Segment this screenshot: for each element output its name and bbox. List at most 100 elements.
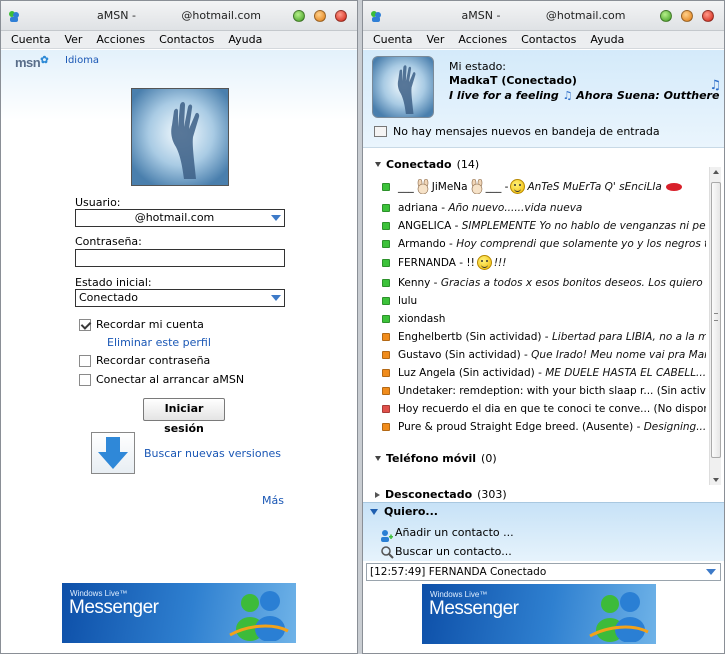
minimize-button[interactable] (293, 10, 305, 22)
expand-triangle-icon[interactable] (370, 508, 378, 515)
remember-password-row[interactable]: Recordar contraseña (79, 354, 210, 367)
event-log-text: [12:57:49] FERNANDA Conectado (370, 566, 547, 578)
list-item[interactable]: Pure & proud Straight Edge breed. (Ausen… (382, 418, 706, 435)
minimize-button[interactable] (660, 10, 672, 22)
status-idle-icon (382, 422, 390, 431)
initial-state-select[interactable]: Conectado (75, 289, 285, 307)
music-note-icon[interactable]: ♫ (709, 78, 721, 93)
title-bar[interactable]: aMSN - @hotmail.com (1, 1, 357, 31)
music-note-icon: ♫ (562, 89, 573, 102)
menu-cuenta[interactable]: Cuenta (4, 33, 57, 46)
menu-ayuda[interactable]: Ayuda (583, 33, 631, 46)
close-button[interactable] (335, 10, 347, 22)
scroll-down-icon[interactable] (713, 478, 719, 482)
close-button[interactable] (702, 10, 714, 22)
chevron-down-icon[interactable] (706, 569, 716, 575)
menu-ver[interactable]: Ver (57, 33, 89, 46)
quiero-header[interactable]: Quiero... (370, 505, 438, 518)
chevron-down-icon[interactable] (271, 215, 281, 221)
add-contact-link[interactable]: Añadir un contacto ... (395, 526, 514, 539)
list-item[interactable]: ANGELICA - SIMPLEMENTE Yo no hablo de ve… (382, 217, 706, 234)
chevron-down-icon[interactable] (271, 295, 281, 301)
maximize-button[interactable] (314, 10, 326, 22)
quiero-pane: Quiero... Añadir un contacto ... Buscar … (363, 502, 724, 561)
list-item[interactable]: FERNANDA - !! !!! (382, 254, 706, 271)
list-item[interactable]: Enghelbertb (Sin actividad) - Libertad p… (382, 328, 706, 345)
bunny-emoticon-icon (471, 179, 482, 194)
display-picture[interactable] (131, 88, 229, 186)
language-link[interactable]: Idioma (65, 55, 99, 66)
maximize-button[interactable] (681, 10, 693, 22)
lips-emoticon-icon (665, 182, 682, 191)
my-state-label: Mi estado: (449, 60, 507, 73)
tongue-emoticon-icon (476, 255, 492, 270)
menu-ver[interactable]: Ver (419, 33, 451, 46)
messenger-banner[interactable]: Windows Live™ Messenger (62, 583, 296, 643)
expand-triangle-icon[interactable] (375, 456, 381, 461)
list-item[interactable]: Kenny - Gracias a todos x esos bonitos d… (382, 274, 706, 291)
hand-silhouette-image (373, 57, 433, 117)
remember-password-label[interactable]: Recordar contraseña (96, 354, 210, 367)
event-log-select[interactable]: [12:57:49] FERNANDA Conectado (366, 563, 721, 581)
scroll-up-icon[interactable] (713, 170, 719, 174)
title-bar[interactable]: aMSN - @hotmail.com (363, 1, 724, 31)
expand-triangle-icon[interactable] (375, 162, 381, 167)
msn-logo: msn✿ (15, 55, 49, 70)
delete-profile-link[interactable]: Eliminar este perfil (107, 336, 211, 349)
remember-account-row[interactable]: Recordar mi cuenta (79, 318, 204, 331)
my-nickname[interactable]: MadkaT (Conectado) (449, 74, 577, 87)
list-item[interactable]: Armando - Hoy comprendi que solamente yo… (382, 235, 706, 252)
scroll-thumb[interactable] (711, 182, 721, 458)
contact-list: Conectado (14) ___ JiMeNa ___ - AnTeS Mu… (363, 149, 724, 502)
menu-contactos[interactable]: Contactos (152, 33, 221, 46)
menu-cuenta[interactable]: Cuenta (366, 33, 419, 46)
contact-list-scrollbar[interactable] (709, 167, 721, 485)
search-contact-link[interactable]: Buscar un contacto... (395, 545, 512, 558)
connect-on-start-label[interactable]: Conectar al arrancar aMSN (96, 373, 244, 386)
search-updates-link[interactable]: Buscar nuevas versiones (144, 447, 281, 460)
list-item[interactable]: adriana - Año nuevo......vida nueva (382, 199, 706, 216)
connect-on-start-row[interactable]: Conectar al arrancar aMSN (79, 373, 244, 386)
list-item[interactable]: lulu (382, 292, 706, 309)
remember-account-label[interactable]: Recordar mi cuenta (96, 318, 204, 331)
menu-contactos[interactable]: Contactos (514, 33, 583, 46)
mail-status-row[interactable]: No hay mensajes nuevos en bandeja de ent… (374, 125, 660, 138)
login-button[interactable]: Iniciar sesión (143, 398, 225, 435)
menu-acciones[interactable]: Acciones (451, 33, 514, 46)
messenger-banner[interactable]: Windows Live™ Messenger (422, 584, 656, 644)
more-link[interactable]: Más (262, 494, 284, 507)
add-contact-icon[interactable] (380, 529, 394, 543)
my-display-picture[interactable] (372, 56, 434, 118)
remember-account-checkbox[interactable] (79, 318, 91, 331)
user-combobox[interactable]: @hotmail.com (75, 209, 285, 227)
status-busy-icon (382, 404, 390, 413)
list-item[interactable]: Luz Angela (Sin actividad) - ME DUELE HA… (382, 364, 706, 381)
list-item[interactable]: ___ JiMeNa ___ - AnTeS MuErTa Q' sEnciLl… (382, 178, 706, 195)
remember-password-checkbox[interactable] (79, 354, 91, 367)
hand-silhouette-image (132, 89, 228, 185)
contact-list-window: aMSN - @hotmail.com Cuenta Ver Acciones … (362, 0, 725, 654)
user-label: Usuario: (75, 196, 121, 209)
group-mobile[interactable]: Teléfono móvil (0) (375, 452, 497, 465)
password-field[interactable] (75, 249, 285, 267)
list-item[interactable]: Gustavo (Sin actividad) - Que Irado! Meu… (382, 346, 706, 363)
my-status-pane: Mi estado: MadkaT (Conectado) I live for… (363, 50, 724, 148)
status-online-icon (382, 182, 390, 191)
list-item[interactable]: Undetaker: remdeption: with your bicth s… (382, 382, 706, 399)
menu-acciones[interactable]: Acciones (89, 33, 152, 46)
mail-status-text[interactable]: No hay mensajes nuevos en bandeja de ent… (393, 125, 660, 138)
search-icon[interactable] (380, 545, 394, 559)
menu-bar: Cuenta Ver Acciones Contactos Ayuda (1, 31, 357, 49)
download-arrow-icon[interactable] (91, 432, 135, 474)
group-offline[interactable]: Desconectado (303) (375, 488, 507, 501)
list-item[interactable]: xiondash (382, 310, 706, 327)
menu-ayuda[interactable]: Ayuda (221, 33, 269, 46)
group-online[interactable]: Conectado (14) (375, 158, 479, 171)
password-label: Contraseña: (75, 235, 142, 248)
my-personal-message[interactable]: I live for a feeling ♫ Ahora Suena: Outt… (449, 89, 719, 102)
connect-on-start-checkbox[interactable] (79, 373, 91, 386)
list-item[interactable]: Hoy recuerdo el dia en que te conoci te … (382, 400, 706, 417)
status-online-icon (382, 278, 390, 287)
collapsed-triangle-icon[interactable] (375, 491, 380, 498)
status-online-icon (382, 296, 390, 305)
